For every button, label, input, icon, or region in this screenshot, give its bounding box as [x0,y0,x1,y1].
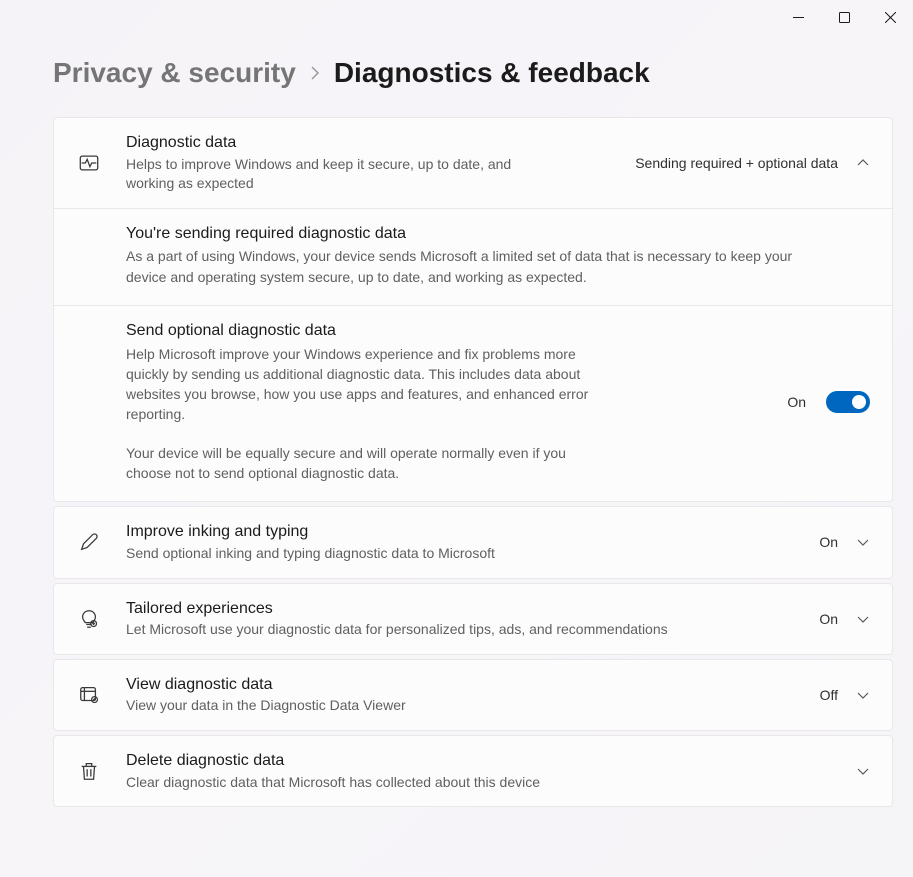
required-title: You're sending required diagnostic data [126,223,870,245]
titlebar [0,0,913,35]
tailored-row[interactable]: Tailored experiences Let Microsoft use y… [54,584,892,654]
view-data-panel: View diagnostic data View your data in t… [53,659,893,731]
view-data-row[interactable]: View diagnostic data View your data in t… [54,660,892,730]
delete-data-panel: Delete diagnostic data Clear diagnostic … [53,735,893,807]
delete-data-title: Delete diagnostic data [126,750,856,772]
inking-status: On [819,534,838,550]
delete-data-desc: Clear diagnostic data that Microsoft has… [126,773,856,793]
inking-desc: Send optional inking and typing diagnost… [126,544,819,564]
tailored-desc: Let Microsoft use your diagnostic data f… [126,620,819,640]
optional-toggle-label: On [787,394,806,410]
tailored-panel: Tailored experiences Let Microsoft use y… [53,583,893,655]
diagnostic-status: Sending required + optional data [635,155,838,171]
inking-title: Improve inking and typing [126,521,819,543]
diagnostic-data-title: Diagnostic data [126,132,635,154]
chevron-right-icon [310,65,320,81]
lightbulb-icon [76,606,102,632]
view-data-title: View diagnostic data [126,674,820,696]
diagnostic-data-row[interactable]: Diagnostic data Helps to improve Windows… [54,118,892,209]
chevron-up-icon [856,156,870,170]
maximize-button[interactable] [821,3,867,33]
close-button[interactable] [867,3,913,33]
optional-diagnostic-toggle[interactable] [826,391,870,413]
breadcrumb-parent[interactable]: Privacy & security [53,57,296,89]
required-diagnostic-section: You're sending required diagnostic data … [54,209,892,306]
optional-desc2: Your device will be equally secure and w… [126,443,606,484]
heartbeat-icon [76,150,102,176]
inking-panel: Improve inking and typing Send optional … [53,506,893,578]
diagnostic-data-panel: Diagnostic data Helps to improve Windows… [53,117,893,502]
view-data-desc: View your data in the Diagnostic Data Vi… [126,696,820,716]
chevron-down-icon [856,688,870,702]
optional-title: Send optional diagnostic data [126,320,608,342]
page-title: Diagnostics & feedback [334,57,650,89]
delete-data-row[interactable]: Delete diagnostic data Clear diagnostic … [54,736,892,806]
minimize-button[interactable] [775,3,821,33]
view-data-status: Off [820,687,838,703]
chevron-down-icon [856,764,870,778]
optional-desc1: Help Microsoft improve your Windows expe… [126,344,608,425]
chevron-down-icon [856,535,870,549]
trash-icon [76,758,102,784]
data-view-icon [76,682,102,708]
required-desc: As a part of using Windows, your device … [126,246,826,287]
tailored-title: Tailored experiences [126,598,819,620]
optional-diagnostic-section: Send optional diagnostic data Help Micro… [54,306,892,501]
breadcrumb: Privacy & security Diagnostics & feedbac… [53,57,893,89]
tailored-status: On [819,611,838,627]
diagnostic-data-desc: Helps to improve Windows and keep it sec… [126,155,556,194]
pen-icon [76,529,102,555]
inking-row[interactable]: Improve inking and typing Send optional … [54,507,892,577]
chevron-down-icon [856,612,870,626]
